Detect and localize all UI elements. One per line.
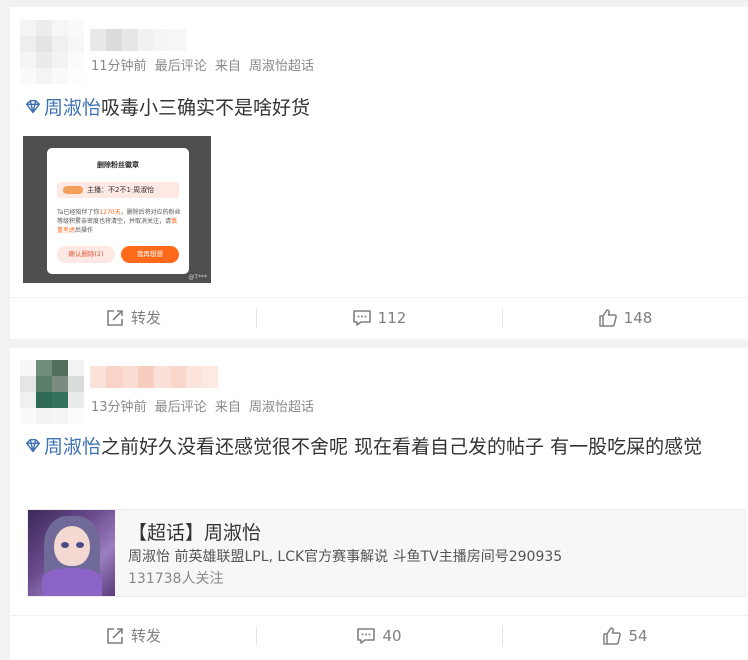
fan-badge-icon [63, 186, 83, 194]
like-count: 148 [623, 308, 653, 327]
post-source-link[interactable]: 周淑怡超话 [249, 59, 314, 74]
like-count: 54 [628, 626, 648, 645]
topic-description: 周淑怡 前英雄联盟LPL, LCK官方赛事解说 斗鱼TV主播房间号290935 [128, 549, 563, 565]
username[interactable] [90, 366, 218, 388]
comment-button[interactable]: 40 [256, 616, 502, 655]
post-source-label: 来自 [214, 400, 241, 415]
post-time[interactable]: 13分钟前 [91, 400, 147, 415]
repost-label: 转发 [130, 627, 161, 645]
action-bar: 转发 40 54 [10, 615, 748, 655]
topic-followers: 131738人关注 [128, 571, 224, 587]
post-body: 之前好久没看还感觉很不舍呢 现在看着自己发的帖子 有一股吃屎的感觉 [101, 436, 703, 458]
share-icon [107, 309, 123, 326]
thumb-up-icon [603, 626, 622, 645]
post-meta: 11分钟前 最后评论 来自 周淑怡超话 [91, 55, 318, 74]
dialog-title: 删除粉丝徽章 [97, 161, 139, 169]
repost-button[interactable]: 转发 [10, 298, 256, 337]
super-topic-link[interactable]: 周淑怡 [44, 97, 101, 119]
post-source-link[interactable]: 周淑怡超话 [249, 400, 314, 415]
diamond-icon [25, 438, 41, 453]
post-time[interactable]: 11分钟前 [91, 59, 147, 74]
dialog-body-tail: 后操作 [75, 227, 94, 234]
topic-cover-image [28, 510, 115, 596]
badge-label: 主播：不2不1·周淑怡 [87, 186, 155, 194]
post-meta: 13分钟前 最后评论 来自 周淑怡超话 [91, 396, 318, 415]
username[interactable] [90, 29, 186, 51]
repost-button[interactable]: 转发 [10, 616, 256, 655]
super-topic-link[interactable]: 周淑怡 [44, 436, 101, 458]
avatar[interactable] [20, 20, 84, 84]
image-watermark: @T*** [188, 274, 207, 281]
comment-icon [357, 627, 376, 644]
action-bar: 转发 112 148 [10, 297, 748, 337]
dialog-keep-button: 我再想想 [121, 246, 179, 263]
post-kind: 最后评论 [154, 59, 207, 74]
dialog-body-days: 1270天 [99, 209, 121, 216]
like-button[interactable]: 148 [502, 298, 748, 337]
post-text: 周淑怡吸毒小三确实不是啥好货 [24, 92, 734, 124]
post-source-label: 来自 [214, 59, 241, 74]
repost-label: 转发 [130, 309, 161, 327]
post-text: 周淑怡之前好久没看还感觉很不舍呢 现在看着自己发的帖子 有一股吃屎的感觉 [24, 431, 734, 463]
post-image[interactable]: 删除粉丝徽章 主播：不2不1·周淑怡 Ta已经陪伴了你1270天，删除后将对应的… [23, 136, 211, 283]
badge-row: 主播：不2不1·周淑怡 [57, 182, 179, 198]
comment-icon [352, 309, 371, 326]
post-card: 11分钟前 最后评论 来自 周淑怡超话 周淑怡吸毒小三确实不是啥好货 删除粉丝徽… [10, 7, 748, 339]
topic-title: 【超话】周淑怡 [128, 522, 262, 544]
comment-count: 112 [377, 308, 407, 327]
thumb-up-icon [598, 308, 617, 327]
dialog-confirm-button: 确认删除(2) [57, 246, 115, 263]
dialog-body-prefix: Ta已经陪伴了你 [57, 209, 100, 216]
post-kind: 最后评论 [154, 400, 207, 415]
comment-count: 40 [382, 626, 402, 645]
comment-button[interactable]: 112 [256, 298, 502, 337]
share-icon [107, 627, 123, 644]
dialog-screenshot: 删除粉丝徽章 主播：不2不1·周淑怡 Ta已经陪伴了你1270天，删除后将对应的… [47, 148, 189, 274]
avatar[interactable] [20, 360, 84, 424]
like-button[interactable]: 54 [502, 616, 748, 655]
dialog-body: Ta已经陪伴了你1270天，删除后将对应的粉丝等级积累亲密度也将清空，并取消关注… [57, 208, 181, 235]
post-card: 13分钟前 最后评论 来自 周淑怡超话 周淑怡之前好久没看还感觉很不舍呢 现在看… [10, 348, 748, 660]
super-topic-card[interactable]: 【超话】周淑怡 周淑怡 前英雄联盟LPL, LCK官方赛事解说 斗鱼TV主播房间… [27, 509, 746, 597]
post-body: 吸毒小三确实不是啥好货 [101, 97, 311, 119]
diamond-icon [25, 99, 41, 114]
